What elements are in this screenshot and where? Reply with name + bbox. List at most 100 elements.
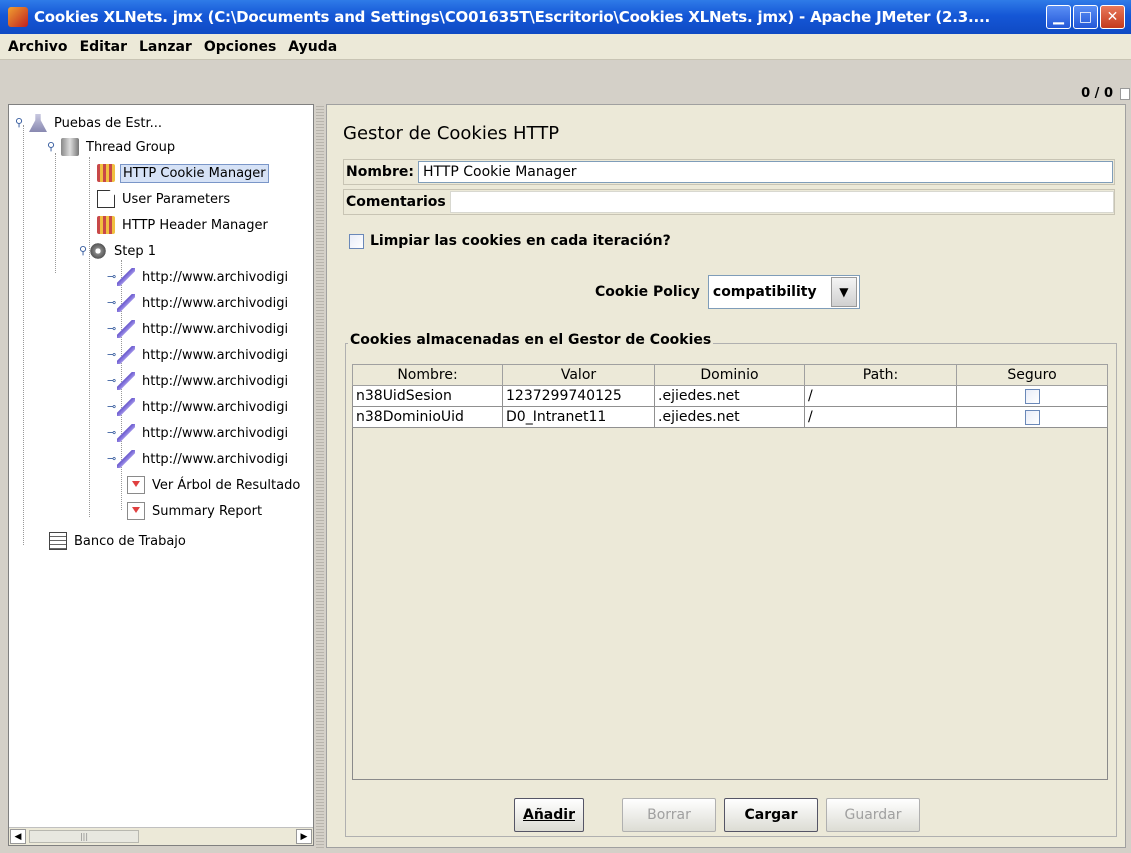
chevron-down-icon[interactable]: ▼ [830,277,857,307]
tree-node-sampler[interactable]: ⊸ http://www.archivodigi [107,447,290,471]
tree-node-sampler[interactable]: ⊸ http://www.archivodigi [107,265,290,289]
comments-row: Comentarios [343,189,1115,215]
scroll-right-icon[interactable]: ▶ [296,829,312,844]
tree-node-sampler[interactable]: ⊸ http://www.archivodigi [107,421,290,445]
delete-button[interactable]: Borrar [622,798,716,832]
thread-group-icon [61,138,79,156]
window-title: Cookies XLNets. jmx (C:\Documents and Se… [34,8,990,26]
name-input[interactable] [417,161,1113,183]
load-button[interactable]: Cargar [724,798,818,832]
tree-node-cookie-manager[interactable]: HTTP Cookie Manager [97,161,269,185]
maximize-icon: □ [1078,9,1093,25]
test-plan-icon [29,114,47,132]
column-header-secure[interactable]: Seguro [956,364,1108,386]
sampler-icon [117,372,135,390]
title-bar: Cookies XLNets. jmx (C:\Documents and Se… [0,0,1131,34]
column-header-name[interactable]: Nombre: [352,364,503,386]
cookie-name-cell[interactable]: n38UidSesion [352,385,503,407]
column-header-path[interactable]: Path: [804,364,957,386]
tree-node-test-plan[interactable]: ⚲ Puebas de Estr... [15,111,164,135]
secure-checkbox[interactable] [1024,409,1040,425]
menu-editar[interactable]: Editar [80,39,127,55]
stored-cookies-group: Cookies almacenadas en el Gestor de Cook… [345,332,1117,837]
jmeter-app-icon [8,7,28,27]
menu-opciones[interactable]: Opciones [204,39,276,55]
sampler-icon [117,294,135,312]
cookie-policy-label: Cookie Policy [595,284,700,300]
cookie-secure-cell[interactable] [956,406,1108,428]
sampler-icon [117,398,135,416]
menu-archivo[interactable]: Archivo [8,39,68,55]
tree-line [23,125,24,545]
add-button[interactable]: Añadir [514,798,584,832]
tree-line [89,157,90,517]
menu-lanzar[interactable]: Lanzar [139,39,192,55]
tree-node-sampler[interactable]: ⊸ http://www.archivodigi [107,395,290,419]
cookie-name-cell[interactable]: n38DominioUid [352,406,503,428]
maximize-button[interactable]: □ [1073,5,1098,29]
cookie-value-cell[interactable]: 1237299740125 [502,385,655,407]
secure-checkbox[interactable] [1024,388,1040,404]
header-manager-icon [97,216,115,234]
status-row: 0 / 0 [0,84,1131,104]
menu-bar: Archivo Editar Lanzar Opciones Ayuda [0,34,1131,60]
tree-node-summary-report[interactable]: Summary Report [127,499,264,523]
cookie-policy-row: Cookie Policy compatibility ▼ [595,275,860,309]
tree-node-result-tree[interactable]: Ver Árbol de Resultado [127,473,302,497]
column-header-value[interactable]: Valor [502,364,655,386]
controller-icon [89,242,107,260]
minimize-button[interactable]: ▁ [1046,5,1071,29]
clear-each-iteration-option[interactable]: Limpiar las cookies en cada iteración? [349,233,671,249]
pane-splitter[interactable] [316,104,324,849]
tree-node-step-1[interactable]: ⚲ Step 1 [79,239,158,263]
tree-node-sampler[interactable]: ⊸ http://www.archivodigi [107,291,290,315]
tree-node-sampler[interactable]: ⊸ http://www.archivodigi [107,343,290,367]
sampler-icon [117,450,135,468]
cookie-domain-cell[interactable]: .ejiedes.net [654,385,805,407]
tree-node-user-parameters[interactable]: User Parameters [97,187,232,211]
clear-each-iteration-label: Limpiar las cookies en cada iteración? [370,233,671,249]
comments-input[interactable] [449,191,1114,213]
cookie-path-cell[interactable]: / [804,406,957,428]
name-label: Nombre: [346,164,414,180]
tree-node-thread-group[interactable]: ⚲ Thread Group [47,135,177,159]
cookies-table: Nombre: Valor Dominio Path: Seguro n38Ui… [352,364,1108,428]
comments-label: Comentarios [346,194,446,210]
cookie-domain-cell[interactable]: .ejiedes.net [654,406,805,428]
listener-icon [127,502,145,520]
tree-node-sampler[interactable]: ⊸ http://www.archivodigi [107,317,290,341]
thread-counter: 0 / 0 [1081,86,1113,101]
tree-node-header-manager[interactable]: HTTP Header Manager [97,213,270,237]
clear-each-iteration-checkbox[interactable] [349,233,364,249]
close-button[interactable]: ✕ [1100,5,1125,29]
close-icon: ✕ [1106,9,1119,25]
collapse-handle-icon[interactable]: ⚲ [47,141,59,152]
cookie-secure-cell[interactable] [956,385,1108,407]
cookie-manager-panel: Gestor de Cookies HTTP Nombre: Comentari… [326,104,1126,848]
cookie-policy-select[interactable]: compatibility ▼ [707,275,860,309]
sampler-icon [117,320,135,338]
collapse-handle-icon[interactable]: ⚲ [15,117,27,128]
workbench-icon [49,532,67,550]
page-icon [97,190,115,208]
listener-icon [127,476,145,494]
tree-horizontal-scrollbar[interactable]: ◀ ||| ▶ [9,827,313,845]
cookie-manager-icon [97,164,115,182]
tree-node-workbench[interactable]: Banco de Trabajo [49,529,188,553]
column-header-domain[interactable]: Dominio [654,364,805,386]
scroll-thumb[interactable]: ||| [29,830,139,843]
cookie-path-cell[interactable]: / [804,385,957,407]
tree-node-sampler[interactable]: ⊸ http://www.archivodigi [107,369,290,393]
sampler-icon [117,346,135,364]
menu-ayuda[interactable]: Ayuda [288,39,337,55]
scroll-left-icon[interactable]: ◀ [10,829,26,844]
table-row[interactable]: n38UidSesion 1237299740125 .ejiedes.net … [352,385,1108,407]
running-indicator [1120,88,1130,100]
cookie-policy-value: compatibility [712,284,817,300]
save-button[interactable]: Guardar [826,798,920,832]
cookie-value-cell[interactable]: D0_Intranet11 [502,406,655,428]
table-row[interactable]: n38DominioUid D0_Intranet11 .ejiedes.net… [352,406,1108,428]
panel-title: Gestor de Cookies HTTP [343,123,560,144]
sampler-icon [117,268,135,286]
sampler-icon [117,424,135,442]
